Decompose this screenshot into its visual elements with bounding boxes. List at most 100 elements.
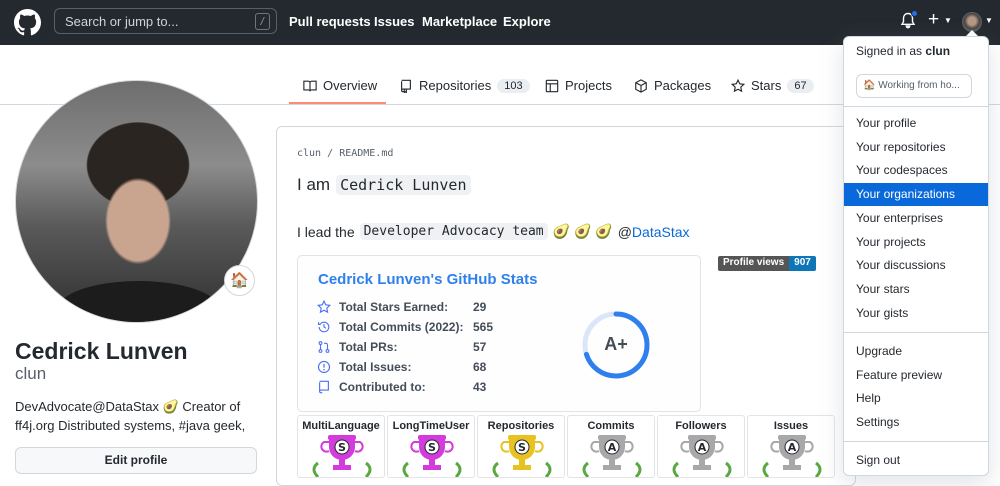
trophy-cup-icon: A <box>762 435 822 477</box>
menu-item-your-organizations[interactable]: Your organizations <box>844 183 988 207</box>
trophy-card[interactable]: Commits A <box>567 415 655 478</box>
datastax-link[interactable]: DataStax <box>632 224 690 240</box>
menu-item-your-gists[interactable]: Your gists <box>844 302 988 325</box>
tab-packages[interactable]: Packages <box>634 78 711 93</box>
signed-in-label: Signed in as clun <box>856 44 950 58</box>
book-icon <box>303 80 317 91</box>
trophy-card[interactable]: Issues A <box>747 415 835 478</box>
menu-item-your-codespaces[interactable]: Your codespaces <box>844 159 988 182</box>
readme-path-separator: / <box>327 148 334 159</box>
profile-username: clun <box>15 364 47 383</box>
menu-item-your-profile[interactable]: Your profile <box>844 112 988 135</box>
nav-issues[interactable]: Issues <box>374 14 414 29</box>
menu-item-your-repositories[interactable]: Your repositories <box>844 136 988 159</box>
readme-path-file[interactable]: README.md <box>339 148 393 159</box>
menu-divider <box>844 106 988 107</box>
trophy-title: Repositories <box>487 420 555 432</box>
menu-item-settings[interactable]: Settings <box>844 411 988 434</box>
trophy-card[interactable]: Repositories S <box>477 415 565 478</box>
signed-in-prefix: Signed in as <box>856 44 923 58</box>
readme-path: clun / README.md <box>297 148 393 159</box>
repo-icon <box>319 380 329 394</box>
intro-prefix: I lead the <box>297 223 355 240</box>
trophy-title: Followers <box>675 420 727 432</box>
github-stats-card[interactable]: Cedrick Lunven's GitHub Stats Total Star… <box>297 255 701 412</box>
github-logo-icon[interactable] <box>14 9 41 36</box>
set-status-button[interactable]: 🏠 Working from ho... <box>856 74 972 98</box>
nav-explore[interactable]: Explore <box>503 14 551 29</box>
trophy-rank: S <box>428 441 436 454</box>
profile-avatar[interactable] <box>15 80 258 323</box>
pull-request-icon <box>318 341 330 353</box>
signed-in-user: clun <box>925 44 951 58</box>
tab-label: Repositories <box>419 78 492 93</box>
trophy-title: Commits <box>587 420 635 432</box>
menu-divider <box>844 441 988 442</box>
trophy-cup-icon: A <box>582 435 642 477</box>
nav-marketplace[interactable]: Marketplace <box>422 14 497 29</box>
readme-path-user[interactable]: clun <box>297 148 321 159</box>
search-input[interactable]: Search or jump to... / <box>54 8 277 34</box>
issue-icon <box>317 360 331 374</box>
trophy-rank: A <box>608 441 617 454</box>
views-count: 907 <box>789 256 816 271</box>
tab-overview[interactable]: Overview <box>303 78 377 93</box>
stat-row: Contributed to: 43 <box>317 380 486 394</box>
trophy-cup-icon: S <box>402 435 462 477</box>
trophy-cup-icon: A <box>672 435 732 477</box>
tab-projects[interactable]: Projects <box>545 78 612 93</box>
trophy-rank: A <box>698 441 707 454</box>
menu-item-your-enterprises[interactable]: Your enterprises <box>844 207 988 230</box>
trophy-card[interactable]: Followers A <box>657 415 745 478</box>
chevron-down-icon[interactable]: ▼ <box>985 16 993 25</box>
tab-repositories[interactable]: Repositories 103 <box>399 78 530 93</box>
trophy-rank: S <box>338 441 346 454</box>
tab-label: Packages <box>654 78 712 93</box>
tab-label: Projects <box>565 78 612 93</box>
edit-profile-button[interactable]: Edit profile <box>15 447 257 474</box>
profile-bio: DevAdvocate@DataStax 🥑 Creator of ff4j.o… <box>15 399 246 433</box>
stat-label: Total Commits (2022): <box>339 320 464 334</box>
menu-item-your-discussions[interactable]: Your discussions <box>844 254 988 277</box>
readme-intro-line: I lead the Developer Advocacy team 🥑 🥑 🥑… <box>297 223 690 240</box>
menu-item-your-projects[interactable]: Your projects <box>844 231 988 254</box>
menu-item-feature-preview[interactable]: Feature preview <box>844 364 988 387</box>
menu-item-help[interactable]: Help <box>844 387 988 410</box>
heading-prefix: I am <box>297 175 331 194</box>
menu-item-upgrade[interactable]: Upgrade <box>844 340 988 363</box>
stat-row: Total Stars Earned: 29 <box>317 300 486 314</box>
nav-pull-requests[interactable]: Pull requests <box>289 14 371 29</box>
status-emoji-button[interactable]: 🏠 <box>224 265 255 296</box>
readme-heading: I am Cedrick Lunven <box>297 175 471 195</box>
stat-value: 565 <box>473 320 494 334</box>
profile-views-badge: Profile views 907 <box>718 256 816 271</box>
repositories-count: 103 <box>497 78 530 93</box>
stat-row: Total Commits (2022): 565 <box>317 320 493 334</box>
profile-full-name: Cedrick Lunven <box>15 338 188 364</box>
intro-code: Developer Advocacy team <box>359 223 548 240</box>
stars-count: 67 <box>787 78 814 93</box>
search-placeholder: Search or jump to... <box>65 14 179 29</box>
history-icon <box>318 321 330 333</box>
tab-stars[interactable]: Stars 67 <box>731 78 814 93</box>
intro-at: @ <box>617 223 632 240</box>
grade-value: A+ <box>604 334 628 354</box>
avatar-shirt <box>56 281 221 322</box>
trophy-card[interactable]: LongTimeUser S <box>387 415 475 478</box>
trophy-card[interactable]: MultiLanguage S <box>297 415 385 478</box>
project-table-icon <box>545 79 559 92</box>
repo-icon <box>401 79 411 93</box>
stat-value: 68 <box>473 360 487 374</box>
trophy-title: MultiLanguage <box>302 420 380 432</box>
chevron-down-icon[interactable]: ▼ <box>944 16 952 25</box>
menu-item-your-stars[interactable]: Your stars <box>844 278 988 301</box>
user-avatar-menu[interactable] <box>962 12 982 32</box>
menu-item-sign-out[interactable]: Sign out <box>844 449 988 472</box>
stat-label: Contributed to: <box>339 380 426 394</box>
heading-code: Cedrick Lunven <box>336 175 471 195</box>
trophy-rank: A <box>788 441 797 454</box>
package-icon <box>635 78 647 93</box>
create-new-icon[interactable]: + <box>928 9 939 31</box>
trophy-cup-icon: S <box>312 435 372 477</box>
stat-row: Total Issues: 68 <box>317 360 486 374</box>
